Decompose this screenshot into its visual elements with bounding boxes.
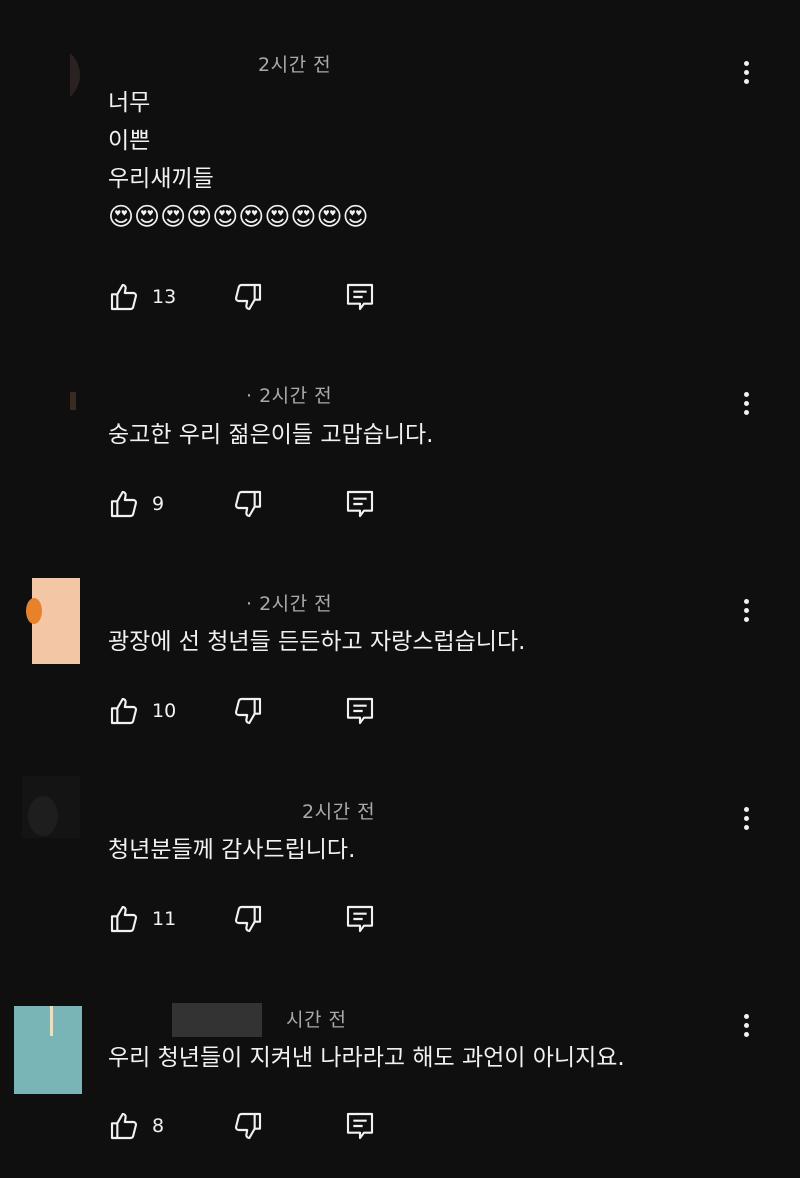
like-count: 11 bbox=[152, 908, 177, 930]
thumbs-down-icon bbox=[234, 283, 262, 311]
thumbs-up-icon bbox=[110, 1112, 138, 1140]
like-count: 8 bbox=[152, 1115, 165, 1137]
comment-actions: 11 bbox=[108, 901, 408, 937]
thumbs-down-icon bbox=[234, 905, 262, 933]
comment-line: 광장에 선 청년들 든든하고 자랑스럽습니다. bbox=[108, 629, 526, 655]
avatar[interactable] bbox=[22, 578, 82, 664]
comment-line: 숭고한 우리 젊은이들 고맙습니다. bbox=[108, 422, 434, 448]
thumbs-down-icon bbox=[234, 1112, 262, 1140]
thumbs-up-icon bbox=[110, 283, 138, 311]
comment-timestamp: 2시간 전 bbox=[302, 801, 376, 823]
more-options-button[interactable] bbox=[736, 1009, 756, 1041]
more-options-button[interactable] bbox=[736, 802, 756, 834]
comment-text: 광장에 선 청년들 든든하고 자랑스럽습니다. bbox=[108, 623, 525, 661]
like-count: 13 bbox=[152, 286, 177, 308]
more-vertical-icon bbox=[743, 60, 749, 66]
avatar[interactable] bbox=[14, 1006, 82, 1094]
more-options-button[interactable] bbox=[736, 594, 756, 626]
comment-actions: 13 bbox=[108, 279, 408, 315]
redacted-author bbox=[172, 1003, 262, 1037]
more-options-button[interactable] bbox=[736, 387, 756, 419]
comment-line: 청년분들께 감사드립니다. bbox=[108, 837, 356, 863]
reply-button[interactable] bbox=[344, 1108, 376, 1144]
comment-timestamp: · 2시간 전 bbox=[246, 385, 333, 407]
comment-emoji-line: 😍😍😍😍😍😍😍😍😍😍 bbox=[108, 202, 369, 231]
thumbs-up-icon bbox=[110, 697, 138, 725]
comment-meta: · 2시간 전 bbox=[246, 381, 332, 408]
comment-actions: 8 bbox=[108, 1108, 408, 1144]
thumbs-down-icon bbox=[234, 697, 262, 725]
comment-actions: 9 bbox=[108, 486, 408, 522]
comment-meta: 시간 전 bbox=[286, 1005, 346, 1032]
reply-button[interactable] bbox=[344, 486, 376, 522]
like-button[interactable]: 13 bbox=[108, 279, 176, 315]
thumbs-up-icon bbox=[110, 490, 138, 518]
comment-text: 숭고한 우리 젊은이들 고맙습니다. bbox=[108, 416, 433, 454]
avatar[interactable] bbox=[22, 372, 80, 430]
like-button[interactable]: 9 bbox=[108, 486, 164, 522]
like-count: 10 bbox=[152, 700, 177, 722]
dislike-button[interactable] bbox=[232, 693, 264, 729]
like-button[interactable]: 11 bbox=[108, 901, 176, 937]
reply-button[interactable] bbox=[344, 279, 376, 315]
comment-timestamp: · 2시간 전 bbox=[246, 593, 333, 615]
more-vertical-icon bbox=[743, 1013, 749, 1019]
thumbs-up-icon bbox=[110, 905, 138, 933]
avatar[interactable] bbox=[22, 776, 80, 838]
comment-text: 우리 청년들이 지켜낸 나라라고 해도 과언이 아니지요. bbox=[108, 1039, 625, 1077]
comment-line: 너무 bbox=[108, 90, 151, 116]
reply-icon bbox=[346, 697, 374, 725]
dislike-button[interactable] bbox=[232, 901, 264, 937]
like-button[interactable]: 10 bbox=[108, 693, 176, 729]
comment-line: 이쁜 bbox=[108, 128, 151, 154]
reply-icon bbox=[346, 1112, 374, 1140]
like-button[interactable]: 8 bbox=[108, 1108, 164, 1144]
comment-timestamp: 시간 전 bbox=[286, 1009, 347, 1031]
reply-icon bbox=[346, 490, 374, 518]
reply-icon bbox=[346, 283, 374, 311]
comment-text: 너무 이쁜 우리새끼들 😍😍😍😍😍😍😍😍😍😍 bbox=[108, 84, 369, 236]
comment-actions: 10 bbox=[108, 693, 408, 729]
comment-meta: 2시간 전 bbox=[258, 50, 331, 77]
more-vertical-icon bbox=[743, 391, 749, 397]
comment-line: 우리새끼들 bbox=[108, 166, 214, 192]
comment-timestamp: 2시간 전 bbox=[258, 54, 332, 76]
comment-text: 청년분들께 감사드립니다. bbox=[108, 831, 355, 869]
comment-line: 우리 청년들이 지켜낸 나라라고 해도 과언이 아니지요. bbox=[108, 1045, 625, 1071]
reply-icon bbox=[346, 905, 374, 933]
thumbs-down-icon bbox=[234, 490, 262, 518]
reply-button[interactable] bbox=[344, 693, 376, 729]
dislike-button[interactable] bbox=[232, 1108, 264, 1144]
more-vertical-icon bbox=[743, 806, 749, 812]
more-vertical-icon bbox=[743, 598, 749, 604]
more-options-button[interactable] bbox=[736, 56, 756, 88]
dislike-button[interactable] bbox=[232, 279, 264, 315]
comment-meta: 2시간 전 bbox=[302, 797, 375, 824]
like-count: 9 bbox=[152, 493, 165, 515]
reply-button[interactable] bbox=[344, 901, 376, 937]
dislike-button[interactable] bbox=[232, 486, 264, 522]
avatar[interactable] bbox=[22, 46, 80, 104]
comment-meta: · 2시간 전 bbox=[246, 589, 332, 616]
